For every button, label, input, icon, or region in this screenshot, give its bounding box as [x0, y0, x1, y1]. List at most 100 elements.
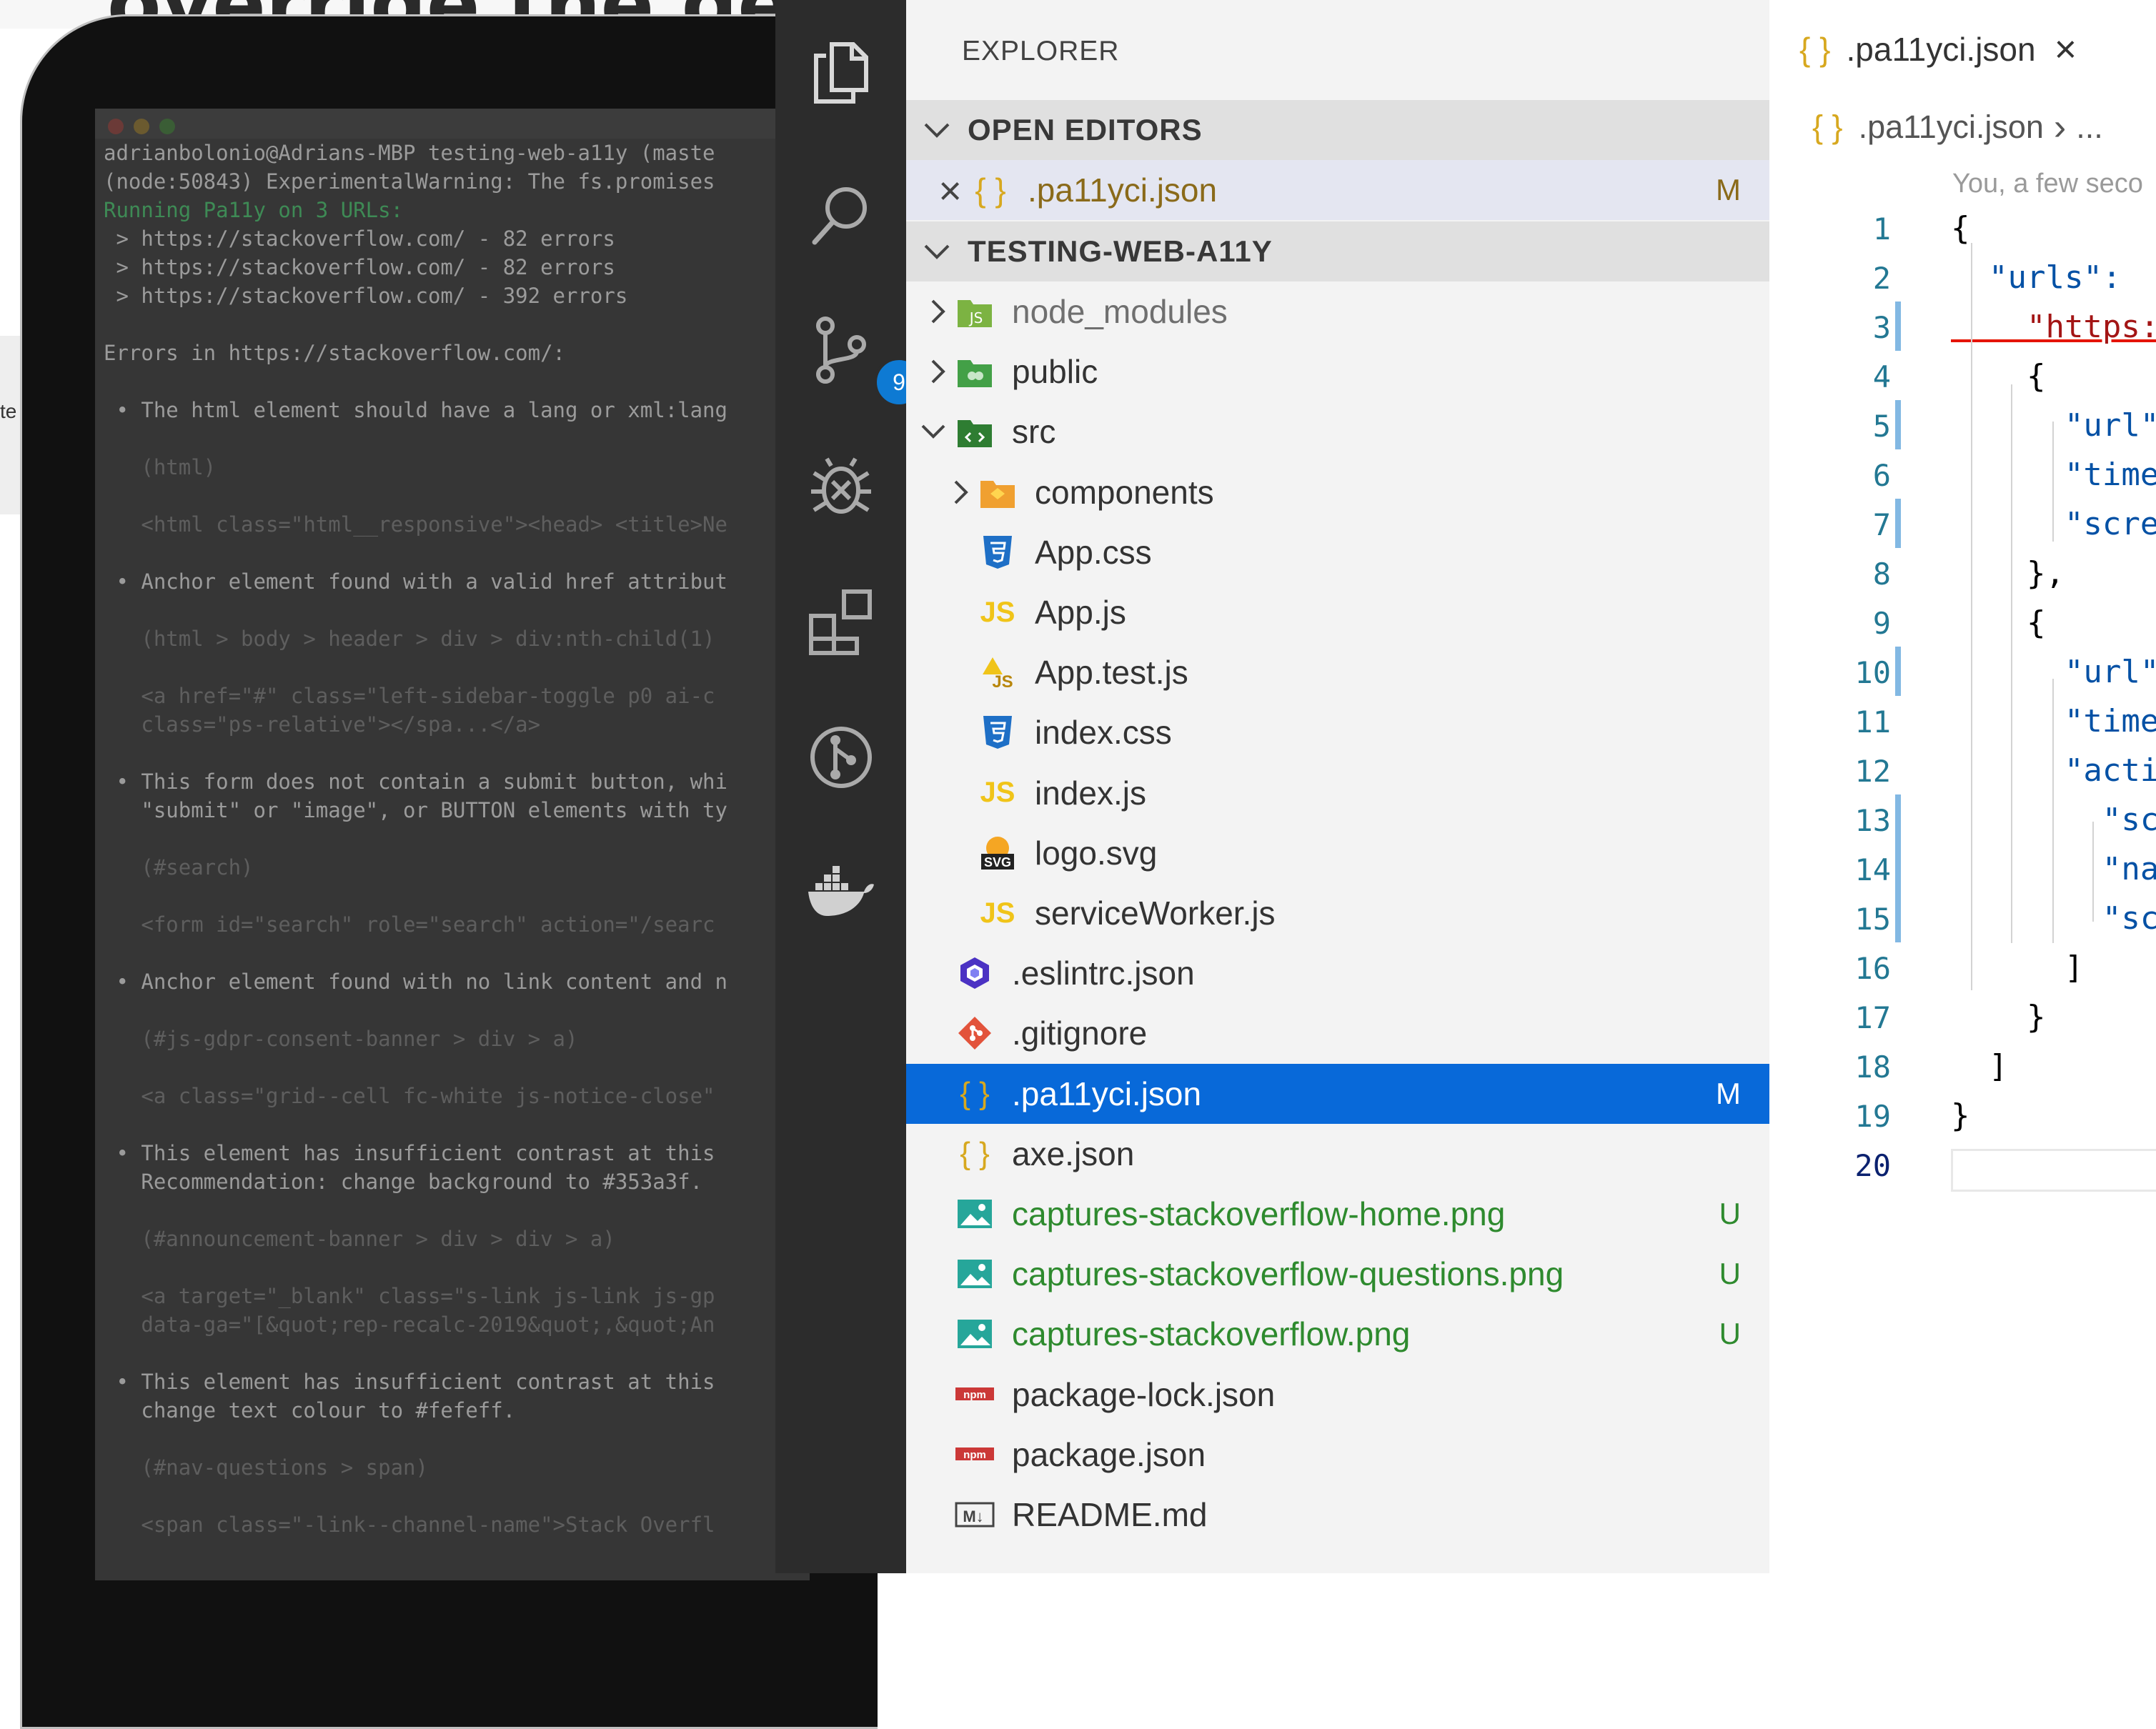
svg-file-icon: SVG	[976, 832, 1019, 875]
terminal-line: "submit" or "image", or BUTTON elements …	[104, 798, 727, 822]
tree-item[interactable]: src	[906, 402, 1769, 462]
git-status-badge: U	[1719, 1197, 1741, 1230]
chevron-right-icon[interactable]	[906, 479, 969, 505]
code-line[interactable]: }	[1951, 1097, 1970, 1134]
tree-item-label: src	[1012, 413, 1056, 451]
code-line[interactable]: "urls":	[1951, 259, 2140, 296]
line-number: 2	[1872, 261, 1891, 296]
indent-guide	[2052, 422, 2054, 542]
terminal-line: • This form does not contain a submit bu…	[104, 769, 727, 794]
project-label: TESTING-WEB-A11Y	[968, 234, 1273, 268]
tree-item[interactable]: JS App.js	[906, 582, 1769, 642]
tree-item-label: node_modules	[1012, 293, 1228, 330]
terminal-line: (html)	[104, 455, 217, 479]
tree-item[interactable]: .gitignore	[906, 1003, 1769, 1063]
code-line[interactable]: },	[1951, 555, 2065, 592]
json-file-icon: { }	[1799, 31, 1831, 68]
tree-item[interactable]: index.css	[906, 702, 1769, 762]
eslint-icon	[953, 952, 996, 995]
terminal-line: > https://stackoverflow.com/ - 82 errors	[104, 226, 615, 251]
tree-item[interactable]: components	[906, 462, 1769, 522]
chevron-right-icon[interactable]	[906, 299, 946, 324]
modified-line-marker	[1895, 893, 1901, 942]
tree-item[interactable]: npm package-lock.json	[906, 1365, 1769, 1425]
line-number: 20	[1854, 1148, 1891, 1183]
tree-item[interactable]: SVG logo.svg	[906, 823, 1769, 883]
npm-icon: npm	[953, 1433, 996, 1476]
terminal-line: (#js-gdpr-consent-banner > div > a)	[104, 1027, 578, 1051]
debug-icon[interactable]	[805, 450, 877, 522]
folder-icon	[976, 471, 1019, 514]
line-number: 17	[1854, 1000, 1891, 1035]
tree-item[interactable]: JS node_modules	[906, 281, 1769, 342]
source-control-icon[interactable]: 9	[805, 314, 924, 407]
open-editors-section[interactable]: OPEN EDITORS	[906, 100, 1769, 160]
open-editors-label: OPEN EDITORS	[968, 113, 1203, 146]
git-graph-icon[interactable]	[805, 722, 877, 793]
terminal-line: data-ga="[&quot;rep-recalc-2019&quot;,&q…	[104, 1312, 715, 1337]
line-number: 6	[1872, 458, 1891, 493]
tree-item[interactable]: public	[906, 342, 1769, 402]
close-editor-icon[interactable]: ×	[906, 167, 962, 214]
editor-tab[interactable]: { } .pa11yci.json ×	[1769, 0, 2156, 107]
terminal-line: • Anchor element found with no link cont…	[104, 970, 727, 994]
chevron-right-icon[interactable]	[906, 359, 946, 384]
breadcrumb-more[interactable]: ...	[2076, 109, 2103, 146]
close-window-dot[interactable]	[108, 119, 124, 134]
docker-icon[interactable]	[805, 857, 877, 929]
line-number: 7	[1872, 507, 1891, 542]
line-number: 10	[1854, 655, 1891, 690]
explorer-title: EXPLORER	[962, 36, 1120, 66]
close-tab-icon[interactable]: ×	[2055, 27, 2077, 71]
image-file-icon	[953, 1252, 996, 1295]
tree-item[interactable]: npm package.json	[906, 1425, 1769, 1485]
terminal-line: Recommendation: change background to #35…	[104, 1170, 703, 1194]
tree-item[interactable]: captures-stackoverflow-home.png U	[906, 1184, 1769, 1244]
zoom-window-dot[interactable]	[159, 119, 175, 134]
code-line[interactable]: ]	[1951, 1048, 2008, 1085]
code-line[interactable]: {	[1951, 604, 2046, 641]
line-number: 12	[1854, 754, 1891, 789]
code-line[interactable]: }	[1951, 999, 2046, 1035]
tree-item-label: public	[1012, 353, 1098, 391]
tree-item[interactable]: captures-stackoverflow.png U	[906, 1304, 1769, 1364]
search-icon[interactable]	[805, 179, 877, 250]
modified-line-marker	[1895, 499, 1901, 548]
tree-item[interactable]: JS App.test.js	[906, 642, 1769, 702]
tree-item[interactable]: .eslintrc.json	[906, 943, 1769, 1003]
terminal-line: <form id="search" role="search" action="…	[104, 912, 715, 937]
breadcrumb-file[interactable]: .pa11yci.json	[1859, 109, 2044, 146]
tree-item[interactable]: captures-stackoverflow-questions.png U	[906, 1244, 1769, 1304]
code-line[interactable]: {	[1951, 210, 1970, 246]
minimize-window-dot[interactable]	[134, 119, 149, 134]
chevron-down-icon	[906, 243, 968, 260]
code-line[interactable]: {	[1951, 358, 2046, 394]
tree-item[interactable]: App.css	[906, 522, 1769, 582]
terminal-line: (#announcement-banner > div > div > a)	[104, 1227, 615, 1251]
code-line[interactable]: "https:	[1951, 309, 2156, 345]
files-icon[interactable]	[805, 37, 877, 109]
indent-guide	[2052, 679, 2054, 943]
line-number: 19	[1854, 1099, 1891, 1134]
tree-item[interactable]: { } axe.json	[906, 1124, 1769, 1184]
chevron-down-icon[interactable]	[906, 424, 946, 439]
project-section[interactable]: TESTING-WEB-A11Y	[906, 221, 1769, 281]
open-editor-item[interactable]: × { } .pa11yci.json M	[906, 160, 1769, 220]
tree-item[interactable]: JS serviceWorker.js	[906, 883, 1769, 943]
extensions-icon[interactable]	[805, 586, 877, 657]
json-file-icon: { }	[1812, 109, 1843, 145]
tree-item[interactable]: JS index.js	[906, 763, 1769, 823]
svg-text:M↓: M↓	[963, 1508, 983, 1525]
line-number: 5	[1872, 409, 1891, 444]
terminal-titlebar	[95, 109, 810, 139]
tree-item-label: serviceWorker.js	[1035, 895, 1276, 932]
tree-item[interactable]: M↓ README.md	[906, 1485, 1769, 1545]
tree-item[interactable]: { } .pa11yci.json M	[906, 1063, 1769, 1124]
terminal-line: <a href="#" class="left-sidebar-toggle p…	[104, 684, 715, 708]
json-file-icon: { }	[960, 1135, 990, 1171]
